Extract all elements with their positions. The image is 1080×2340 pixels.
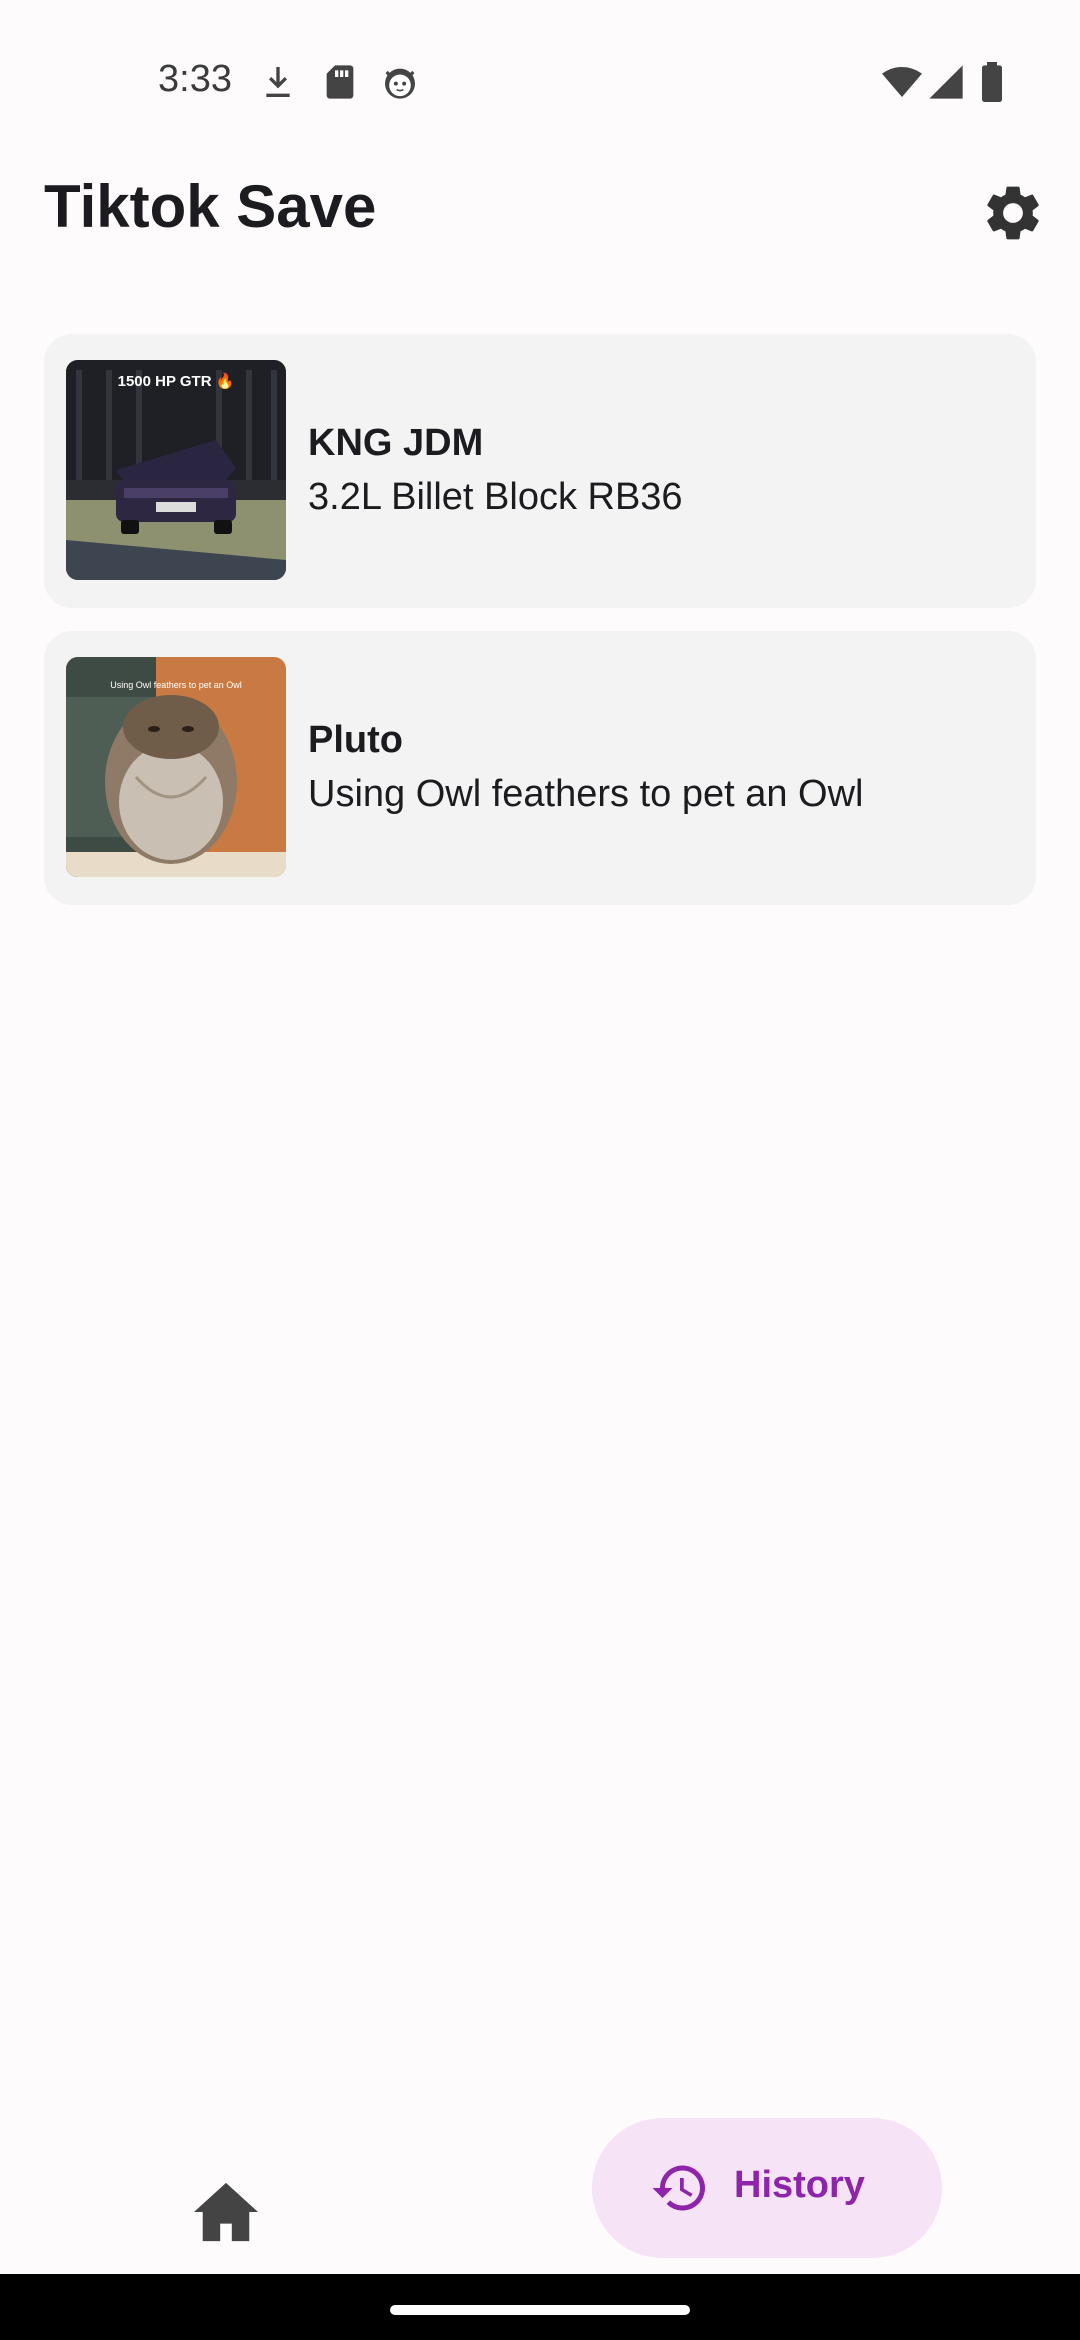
video-card-kng-jdm[interactable]: 1500 HP GTR 🔥 KNG JDM 3.2L Billet Block …	[44, 334, 1036, 608]
gear-icon[interactable]	[980, 180, 1046, 246]
home-icon[interactable]	[190, 2180, 262, 2244]
video-thumbnail: 1500 HP GTR 🔥	[66, 360, 286, 580]
battery-icon	[982, 62, 1002, 102]
download-icon	[266, 67, 290, 97]
car-thumbnail-image	[66, 360, 286, 580]
history-tab[interactable]: History	[592, 2118, 942, 2258]
video-author: KNG JDM	[308, 422, 484, 464]
thumbnail-overlay-text: Using Owl feathers to pet an Owl	[110, 680, 242, 690]
video-author: Pluto	[308, 719, 403, 761]
wifi-icon	[882, 67, 922, 97]
sd-card-icon	[326, 65, 354, 99]
video-thumbnail: Using Owl feathers to pet an Owl	[66, 657, 286, 877]
history-tab-label: History	[734, 2164, 865, 2206]
gesture-handle[interactable]	[390, 2305, 690, 2315]
cell-signal-icon	[929, 65, 963, 99]
video-caption: Using Owl feathers to pet an Owl	[308, 773, 864, 815]
system-gesture-bar	[0, 2274, 1080, 2340]
page-title: Tiktok Save	[44, 173, 377, 240]
video-card-pluto[interactable]: Using Owl feathers to pet an Owl Pluto U…	[44, 631, 1036, 905]
status-bar: 3:33	[0, 0, 1080, 150]
video-caption: 3.2L Billet Block RB36	[308, 476, 683, 518]
thumbnail-overlay-text: 1500 HP GTR 🔥	[117, 373, 235, 390]
status-time: 3:33	[158, 58, 232, 100]
history-icon	[652, 2165, 705, 2211]
cat-face-icon	[385, 68, 415, 99]
